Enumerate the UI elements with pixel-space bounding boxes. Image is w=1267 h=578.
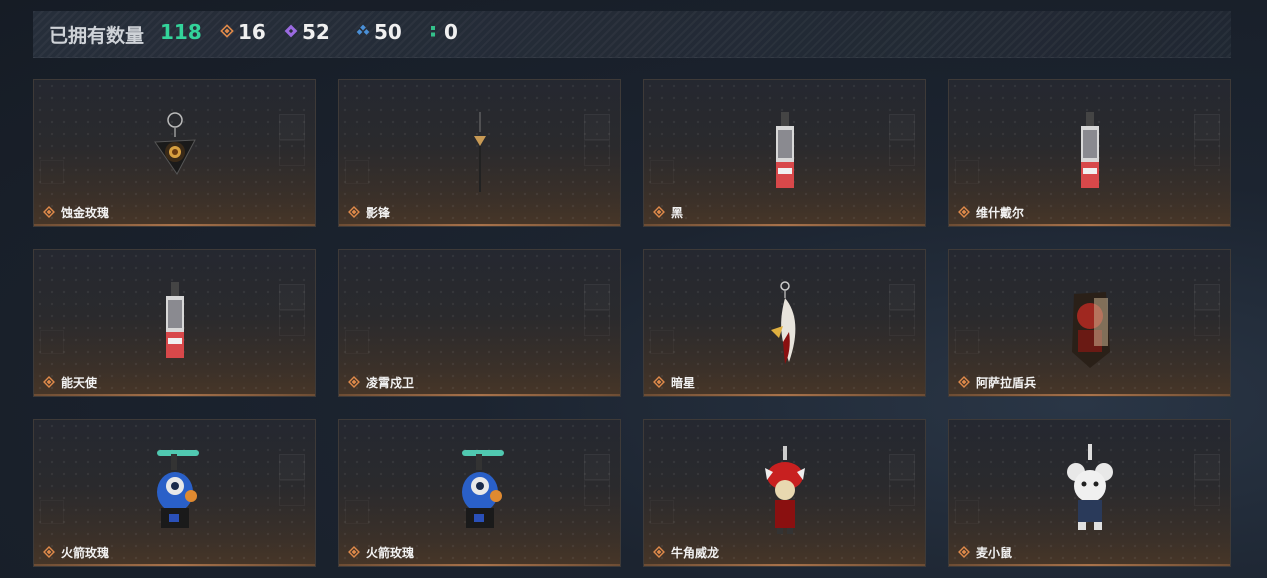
item-name: 能天使 <box>61 376 98 390</box>
collection-item-card[interactable]: 维什戴尔 <box>948 79 1231 227</box>
background-pattern-tile <box>40 330 64 354</box>
background-pattern-tile <box>584 114 610 140</box>
background-pattern-tile <box>889 114 915 140</box>
collection-item-card[interactable]: 能天使 <box>33 249 316 397</box>
background-pattern-tile <box>279 310 305 336</box>
background-pattern-tile <box>345 160 369 184</box>
background-pattern-tile <box>955 500 979 524</box>
blue-diamond-icon <box>356 24 370 35</box>
background-pattern-tile <box>279 114 305 140</box>
collection-item-card[interactable]: 牛角威龙 <box>643 419 926 567</box>
background-pattern-tile <box>955 160 979 184</box>
background-pattern-tile <box>1194 310 1220 336</box>
background-pattern-tile <box>650 330 674 354</box>
rose-pendant-image <box>153 112 196 175</box>
background-pattern-tile <box>584 284 610 310</box>
background-pattern-tile <box>345 500 369 524</box>
rarity-diamond-icon <box>43 376 55 388</box>
shield-soldier-image <box>1071 292 1110 368</box>
purple-diamond-icon <box>284 24 298 38</box>
rarity-diamond-icon <box>653 546 665 558</box>
collection-item-card[interactable]: 麦小鼠 <box>948 419 1231 567</box>
background-pattern-tile <box>955 330 979 354</box>
background-pattern-tile <box>650 160 674 184</box>
item-name: 蚀金玫瑰 <box>61 206 110 220</box>
background-pattern-tile <box>584 310 610 336</box>
item-name: 影锋 <box>366 206 391 220</box>
background-pattern-tile <box>40 160 64 184</box>
item-name: 暗星 <box>671 376 696 390</box>
rarity-diamond-icon <box>348 206 360 218</box>
feather-charm-image <box>770 281 795 364</box>
rarity-diamond-icon <box>653 206 665 218</box>
collection-item-card[interactable]: 凌霄戍卫 <box>338 249 621 397</box>
orange-diamond-icon <box>220 24 234 38</box>
rarity-diamond-icon <box>653 376 665 388</box>
rarity-diamond-icon <box>958 546 970 558</box>
collection-item-card[interactable]: 黑 <box>643 79 926 227</box>
background-pattern-tile <box>1194 140 1220 166</box>
collection-item-card[interactable]: 火箭玫瑰 <box>33 419 316 567</box>
blade-pendant-image <box>473 112 486 192</box>
collection-summary-bar: 已拥有数量 118 16 52 50 0 <box>33 11 1231 58</box>
card-charm-image <box>165 282 184 358</box>
background-pattern-tile <box>584 480 610 506</box>
mouse-figure-image <box>1066 444 1113 530</box>
background-pattern-tile <box>889 140 915 166</box>
background-pattern-tile <box>1194 284 1220 310</box>
rarity-diamond-icon <box>958 376 970 388</box>
collection-item-card[interactable]: 暗星 <box>643 249 926 397</box>
horned-figure-image <box>764 446 805 534</box>
background-pattern-tile <box>1194 114 1220 140</box>
background-pattern-tile <box>279 454 305 480</box>
collection-item-card[interactable]: 阿萨拉盾兵 <box>948 249 1231 397</box>
rocket-figure-image <box>461 450 504 528</box>
stat-blue-value: 50 <box>374 20 402 44</box>
rarity-diamond-icon <box>348 546 360 558</box>
rarity-diamond-icon <box>958 206 970 218</box>
background-pattern-tile <box>889 284 915 310</box>
item-name: 凌霄戍卫 <box>366 376 415 390</box>
background-pattern-tile <box>889 310 915 336</box>
background-pattern-tile <box>584 454 610 480</box>
item-name: 阿萨拉盾兵 <box>976 376 1037 390</box>
background-pattern-tile <box>889 480 915 506</box>
background-pattern-tile <box>889 454 915 480</box>
card-charm-image <box>775 112 794 188</box>
background-pattern-tile <box>584 140 610 166</box>
background-pattern-tile <box>279 284 305 310</box>
green-dots-icon <box>431 26 435 37</box>
item-name: 黑 <box>671 206 684 220</box>
rarity-diamond-icon <box>348 376 360 388</box>
owned-count-label: 已拥有数量 <box>49 25 145 47</box>
owned-count-value: 118 <box>160 20 202 44</box>
background-pattern-tile <box>279 140 305 166</box>
item-name: 火箭玫瑰 <box>61 546 110 560</box>
background-pattern-tile <box>650 500 674 524</box>
item-name: 维什戴尔 <box>976 206 1025 220</box>
collection-item-card[interactable]: 影锋 <box>338 79 621 227</box>
item-name: 麦小鼠 <box>976 546 1013 560</box>
collection-item-card[interactable]: 火箭玫瑰 <box>338 419 621 567</box>
stat-green-value: 0 <box>444 20 458 44</box>
item-name: 牛角威龙 <box>671 546 720 560</box>
stat-orange-value: 16 <box>238 20 266 44</box>
background-pattern-tile <box>40 500 64 524</box>
background-pattern-tile <box>1194 454 1220 480</box>
rarity-diamond-icon <box>43 206 55 218</box>
rocket-figure-image <box>156 450 199 528</box>
card-charm-image <box>1080 112 1099 188</box>
stat-purple-value: 52 <box>302 20 330 44</box>
item-name: 火箭玫瑰 <box>366 546 415 560</box>
background-pattern-tile <box>345 330 369 354</box>
background-pattern-tile <box>279 480 305 506</box>
rarity-diamond-icon <box>43 546 55 558</box>
collection-item-card[interactable]: 蚀金玫瑰 <box>33 79 316 227</box>
background-pattern-tile <box>1194 480 1220 506</box>
